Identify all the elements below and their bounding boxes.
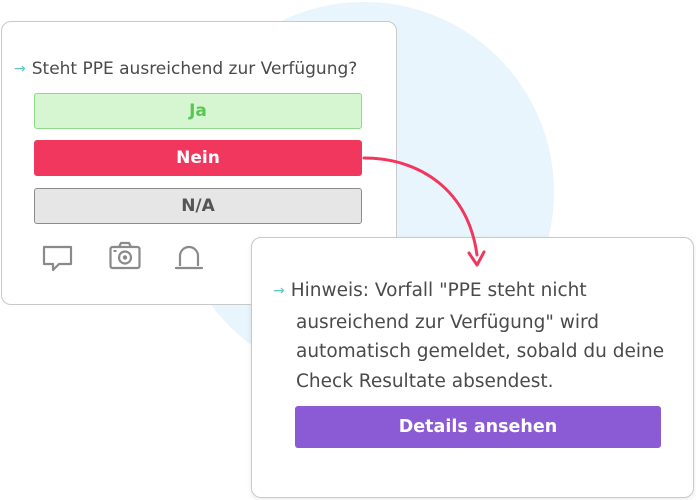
hint-line: ausreichend zur Verfügung" wird [296,311,600,333]
hint-message: → Hinweis: Vorfall "PPE steht nicht ausre… [273,276,673,396]
answer-na-button[interactable]: N/A [34,188,362,224]
details-button[interactable]: Details ansehen [295,406,661,448]
camera-icon[interactable] [108,240,142,272]
stage: → Steht PPE ausreichend zur Verfügung? Ja… [0,0,696,500]
right-arrow-icon: → [273,283,285,299]
hint-line: automatisch gemeldet, sobald du deine [296,341,665,362]
question-row: → Steht PPE ausreichend zur Verfügung? [14,59,357,79]
question-text: Steht PPE ausreichend zur Verfügung? [31,59,358,79]
hint-line: Check Resultate absendest. [296,370,554,392]
right-arrow-icon: → [14,61,26,77]
comment-icon[interactable] [41,240,75,272]
answer-no-button[interactable]: Nein [34,140,362,176]
alarm-icon[interactable] [172,240,206,272]
hint-line: → Hinweis: Vorfall "PPE steht nicht [273,276,673,308]
hint-line-text: Hinweis: Vorfall "PPE steht nicht [290,280,587,301]
answer-yes-button[interactable]: Ja [34,93,362,129]
